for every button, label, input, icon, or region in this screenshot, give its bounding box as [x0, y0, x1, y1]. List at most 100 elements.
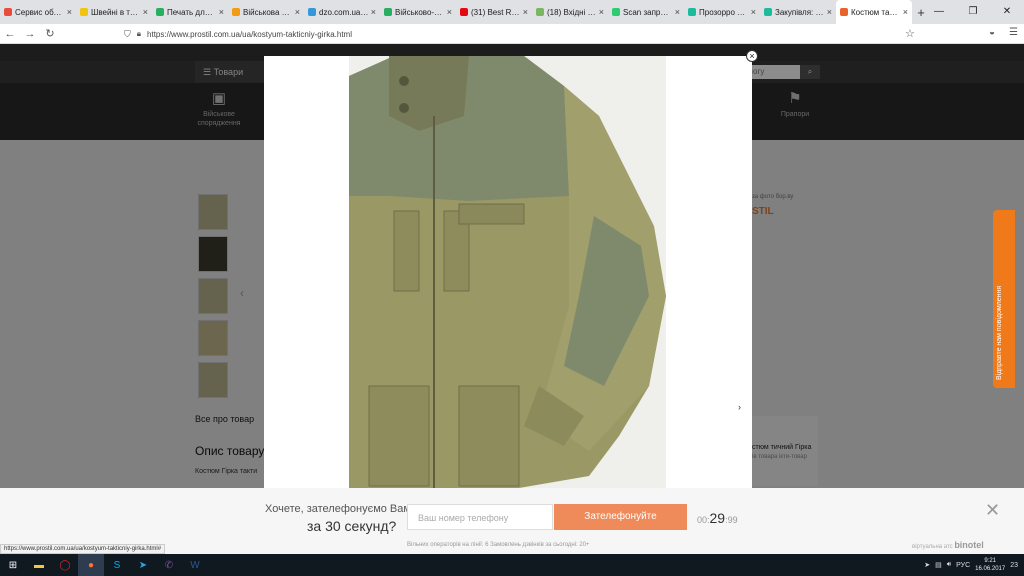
- tab-close-icon[interactable]: ×: [371, 7, 376, 17]
- browser-tab[interactable]: (18) Вхідні - m ×: [532, 0, 608, 24]
- image-lightbox: [264, 56, 752, 488]
- tab-favicon-icon: [688, 8, 696, 16]
- callback-question-line2: за 30 секунд?: [307, 518, 397, 534]
- tab-list: Сервис объявлени×Швейні в тенде×Печать д…: [0, 0, 912, 24]
- maximize-icon[interactable]: ❐: [956, 0, 990, 24]
- file-explorer-icon[interactable]: ▬: [26, 554, 52, 576]
- firefox-icon[interactable]: ●: [78, 554, 104, 576]
- skype-icon[interactable]: S: [104, 554, 130, 576]
- word-icon[interactable]: W: [182, 554, 208, 576]
- tab-label: Закупівля: Пр: [775, 7, 825, 17]
- tab-label: Швейні в тенде: [91, 7, 141, 17]
- telegram-tray-icon[interactable]: ➤: [924, 561, 930, 569]
- clock-date: 16.06.2017: [975, 566, 1006, 572]
- reload-icon[interactable]: ↻: [40, 27, 60, 40]
- tab-close-icon[interactable]: ×: [827, 7, 832, 17]
- timer-seconds: 29: [709, 510, 726, 526]
- callback-timer: 00:29:99: [697, 510, 738, 526]
- tab-close-icon[interactable]: ×: [143, 7, 148, 17]
- browser-tab[interactable]: Костюм тактич ×: [836, 0, 912, 24]
- timer-suffix: :99: [725, 515, 738, 525]
- toolbar-right: ◒ ☰: [989, 27, 1018, 38]
- tab-label: Прозорро закуп: [699, 7, 749, 17]
- feedback-tab[interactable]: Відправте нам повідомлення: [993, 210, 1015, 388]
- next-arrow-icon[interactable]: ›: [738, 402, 741, 412]
- close-callback-icon[interactable]: ✕: [985, 500, 1000, 521]
- phone-input[interactable]: Ваш номер телефону: [407, 504, 553, 530]
- tab-label: Scan запрос КП: [623, 7, 673, 17]
- system-tray: ➤ ▤ 🔊︎ РУС 9:21 16.06.2017 23: [924, 554, 1024, 576]
- brand-prefix: віртуальна атс: [912, 544, 953, 550]
- viber-icon[interactable]: ✆: [156, 554, 182, 576]
- tab-favicon-icon: [80, 8, 88, 16]
- tab-label: Костюм тактич: [851, 7, 901, 17]
- notification-count[interactable]: 23: [1010, 562, 1018, 569]
- screen: Сервис объявлени×Швейні в тенде×Печать д…: [0, 0, 1024, 576]
- back-arrow-icon[interactable]: ←: [0, 28, 20, 40]
- opera-icon[interactable]: ◯: [52, 554, 78, 576]
- telegram-icon[interactable]: ➤: [130, 554, 156, 576]
- tab-favicon-icon: [764, 8, 772, 16]
- status-bar-url: https://www.prostil.com.ua/ua/kostyum-ta…: [0, 544, 166, 554]
- forward-arrow-icon[interactable]: →: [20, 28, 40, 40]
- tab-favicon-icon: [232, 8, 240, 16]
- volume-icon[interactable]: 🔊︎: [947, 561, 951, 569]
- tab-label: (31) Best Rock G: [471, 7, 521, 17]
- tab-close-icon[interactable]: ×: [67, 7, 72, 17]
- browser-nav-bar: ← → ↻ ⛉ 🔒︎ https://www.prostil.com.ua/ua…: [0, 24, 1024, 44]
- tab-close-icon[interactable]: ×: [903, 7, 908, 17]
- window-controls: — ❐ ✕: [922, 0, 1024, 24]
- browser-tab[interactable]: Військово-такт ×: [380, 0, 456, 24]
- clock[interactable]: 9:21 16.06.2017: [975, 557, 1005, 573]
- browser-tab[interactable]: Scan запрос КП×: [608, 0, 684, 24]
- browser-tab[interactable]: Печать для Пр ×: [152, 0, 228, 24]
- browser-tab[interactable]: Закупівля: Пр ×: [760, 0, 836, 24]
- binotel-brand[interactable]: віртуальна атс binotel: [912, 540, 984, 550]
- timer-prefix: 00:: [697, 515, 710, 525]
- tab-label: Печать для Пр: [167, 7, 217, 17]
- browser-tab[interactable]: Сервис объявлени×: [0, 0, 76, 24]
- start-button-icon[interactable]: ⊞: [0, 554, 26, 576]
- menu-icon[interactable]: ☰: [1009, 27, 1018, 38]
- url-text: https://www.prostil.com.ua/ua/kostyum-ta…: [147, 29, 352, 39]
- taskbar: ⊞ ▬ ◯ ● S ➤ ✆ W ➤ ▤ 🔊︎ РУС 9:21 16.06.20…: [0, 554, 1024, 576]
- tab-label: Сервис объявлени: [15, 7, 65, 17]
- browser-tab[interactable]: Прозорро закуп×: [684, 0, 760, 24]
- tab-favicon-icon: [4, 8, 12, 16]
- tab-close-icon[interactable]: ×: [295, 7, 300, 17]
- close-window-icon[interactable]: ✕: [990, 0, 1024, 24]
- language-indicator[interactable]: РУС: [956, 562, 970, 569]
- call-me-button[interactable]: Зателефонуйте: [554, 504, 687, 530]
- tab-close-icon[interactable]: ×: [599, 7, 604, 17]
- product-image: [349, 56, 666, 488]
- network-icon[interactable]: ▤: [935, 561, 942, 569]
- lock-icon: 🔒︎: [136, 29, 142, 38]
- shield-icon: ⛉: [124, 28, 131, 39]
- tab-favicon-icon: [308, 8, 316, 16]
- pocket-icon[interactable]: ◒: [989, 27, 995, 38]
- address-bar[interactable]: ⛉ 🔒︎ https://www.prostil.com.ua/ua/kosty…: [124, 26, 920, 42]
- bookmark-star-icon[interactable]: ☆: [905, 27, 915, 40]
- browser-tab-bar: Сервис объявлени×Швейні в тенде×Печать д…: [0, 0, 1024, 24]
- tab-label: dzo.com.ua/ten: [319, 7, 369, 17]
- jacket-illustration: [349, 56, 666, 488]
- tab-favicon-icon: [536, 8, 544, 16]
- tab-favicon-icon: [460, 8, 468, 16]
- browser-tab[interactable]: Швейні в тенде×: [76, 0, 152, 24]
- tab-close-icon[interactable]: ×: [447, 7, 452, 17]
- close-lightbox-icon[interactable]: ×: [746, 50, 758, 62]
- tab-favicon-icon: [840, 8, 848, 16]
- tab-close-icon[interactable]: ×: [675, 7, 680, 17]
- minimize-icon[interactable]: —: [922, 0, 956, 24]
- tab-favicon-icon: [384, 8, 392, 16]
- tab-label: Військово-такт: [395, 7, 445, 17]
- tab-label: (18) Вхідні - m: [547, 7, 597, 17]
- tab-close-icon[interactable]: ×: [523, 7, 528, 17]
- browser-tab[interactable]: Військова апра×: [228, 0, 304, 24]
- tab-close-icon[interactable]: ×: [751, 7, 756, 17]
- phone-input-placeholder: Ваш номер телефону: [418, 513, 509, 523]
- tab-favicon-icon: [156, 8, 164, 16]
- browser-tab[interactable]: (31) Best Rock G×: [456, 0, 532, 24]
- tab-close-icon[interactable]: ×: [219, 7, 224, 17]
- browser-tab[interactable]: dzo.com.ua/ten ×: [304, 0, 380, 24]
